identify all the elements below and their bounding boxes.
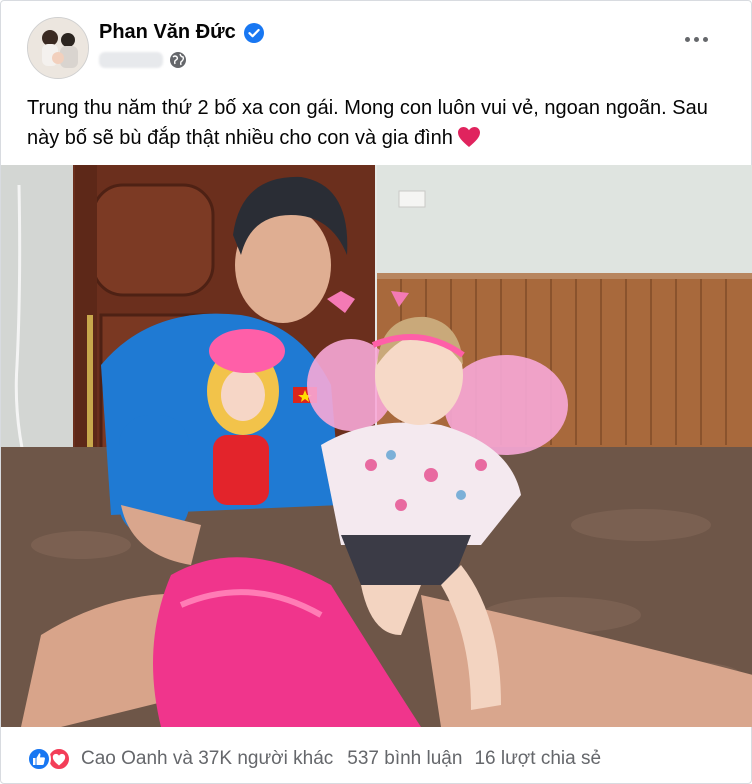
avatar-image bbox=[28, 18, 88, 78]
post-meta bbox=[99, 51, 187, 69]
post-caption: Trung thu năm thứ 2 bố xa con gái. Mong … bbox=[27, 93, 727, 153]
post-photo[interactable] bbox=[1, 165, 752, 727]
caption-text: Trung thu năm thứ 2 bố xa con gái. Mong … bbox=[27, 97, 708, 149]
engagement-bar: Cao Oanh và 37K người khác 537 bình luận… bbox=[27, 741, 731, 777]
author-name[interactable]: Phan Văn Đức bbox=[99, 21, 236, 44]
facebook-post: Phan Văn Đức Trung thu năm thứ 2 bố xa c… bbox=[0, 0, 752, 784]
shares-count[interactable]: 16 lượt chia sẻ bbox=[474, 748, 601, 770]
reaction-icons[interactable] bbox=[27, 747, 71, 771]
author-line: Phan Văn Đức bbox=[99, 21, 264, 44]
reactors-summary[interactable]: Cao Oanh và 37K người khác bbox=[81, 748, 333, 770]
author-avatar[interactable] bbox=[27, 17, 89, 79]
more-options-icon[interactable] bbox=[685, 31, 711, 47]
verified-badge-icon bbox=[243, 22, 264, 43]
heart-emoji-icon bbox=[457, 127, 480, 147]
post-header: Phan Văn Đức bbox=[27, 17, 725, 79]
photo-image bbox=[1, 165, 752, 727]
post-timestamp-redacted bbox=[99, 52, 163, 68]
comments-count[interactable]: 537 bình luận bbox=[347, 748, 462, 770]
globe-icon[interactable] bbox=[169, 51, 187, 69]
like-reaction-icon bbox=[27, 747, 51, 771]
